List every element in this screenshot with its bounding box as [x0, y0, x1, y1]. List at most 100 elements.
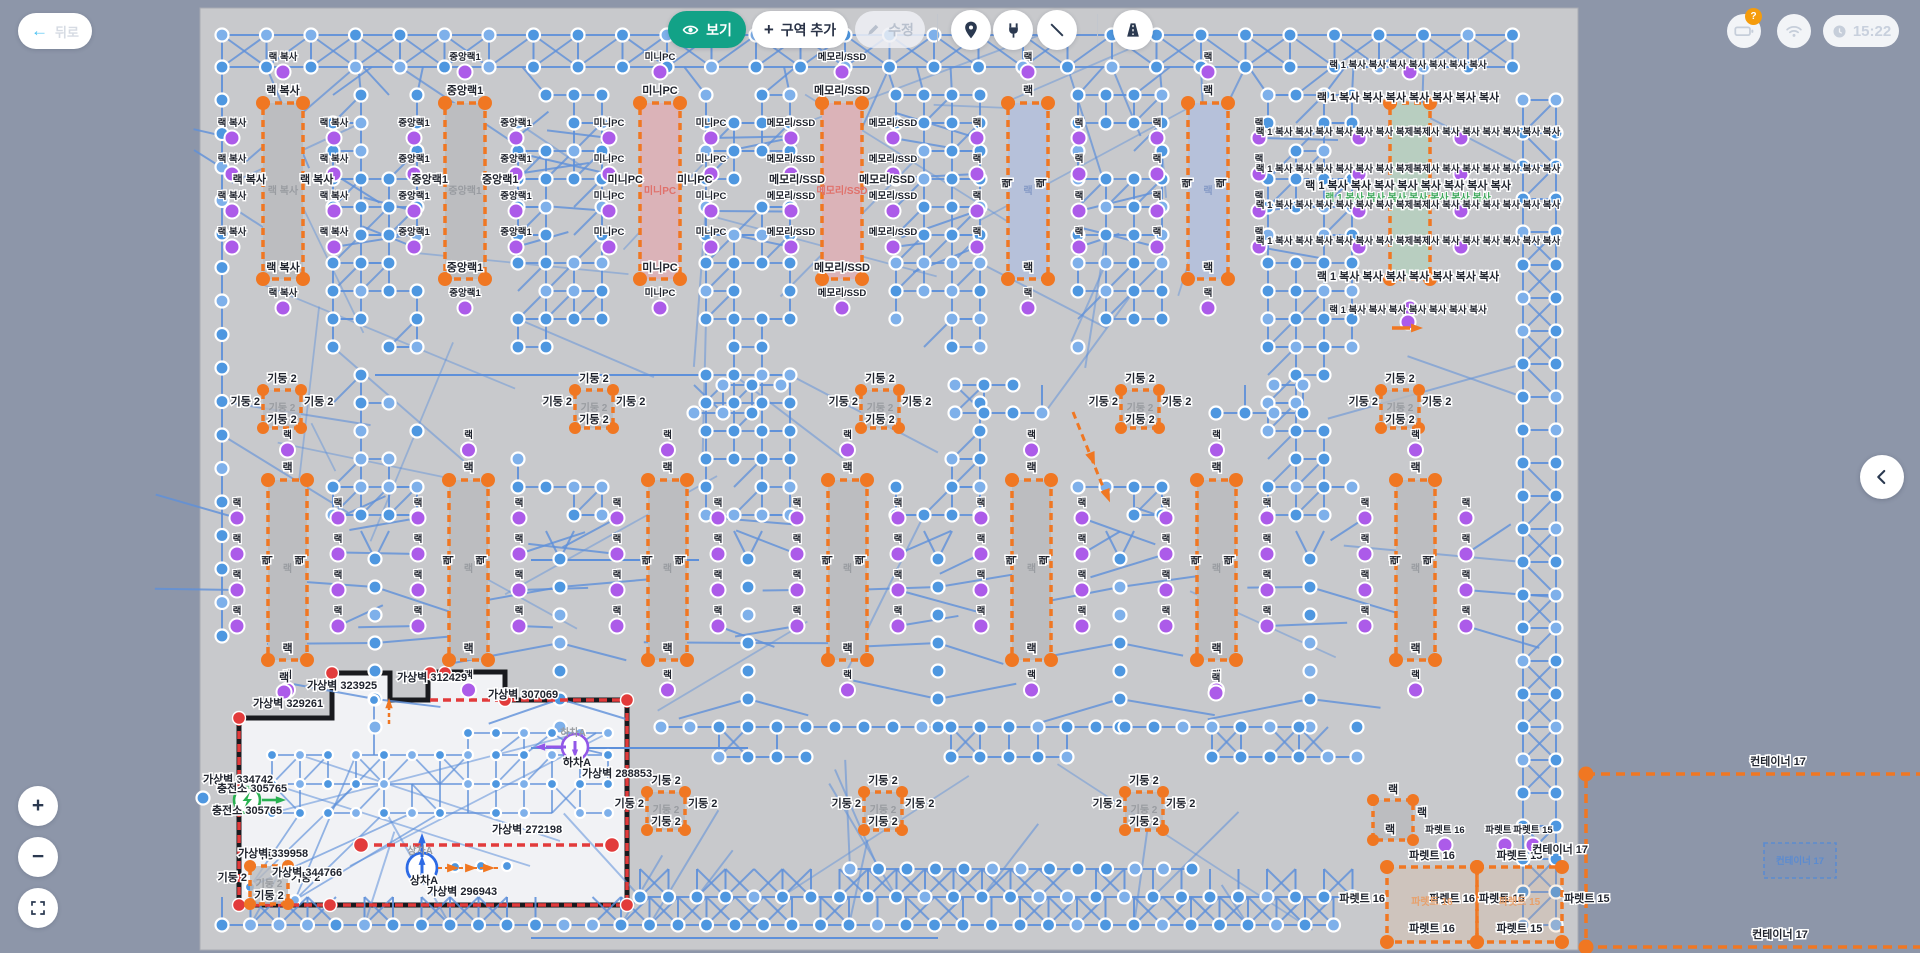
marker-dot[interactable]	[610, 583, 625, 598]
marker-dot[interactable]	[970, 240, 985, 255]
marker-dot[interactable]	[1408, 683, 1423, 698]
marker-dot[interactable]	[1209, 686, 1224, 701]
marker-dot[interactable]	[784, 131, 799, 146]
marker-dot[interactable]	[1260, 511, 1275, 526]
marker-dot[interactable]	[886, 204, 901, 219]
marker-dot[interactable]	[1201, 301, 1216, 316]
marker-dot[interactable]	[610, 619, 625, 634]
marker-dot[interactable]	[790, 619, 805, 634]
marker-dot[interactable]	[1459, 511, 1474, 526]
marker-dot[interactable]	[704, 204, 719, 219]
marker-dot[interactable]	[1075, 511, 1090, 526]
marker-dot[interactable]	[704, 131, 719, 146]
marker-dot[interactable]	[602, 240, 617, 255]
marker-dot[interactable]	[1159, 583, 1174, 598]
marker-dot[interactable]	[509, 204, 524, 219]
fullscreen-button[interactable]	[18, 888, 58, 928]
marker-dot[interactable]	[1459, 547, 1474, 562]
marker-dot[interactable]	[230, 619, 245, 634]
zoom-out-button[interactable]: −	[18, 837, 58, 877]
marker-dot[interactable]	[610, 511, 625, 526]
marker-dot[interactable]	[1358, 619, 1373, 634]
marker-dot[interactable]	[1075, 619, 1090, 634]
marker-dot[interactable]	[407, 240, 422, 255]
marker-dot[interactable]	[327, 240, 342, 255]
marker-dot[interactable]	[1075, 583, 1090, 598]
marker-dot[interactable]	[461, 683, 476, 698]
marker-dot[interactable]	[1459, 583, 1474, 598]
marker-dot[interactable]	[711, 619, 726, 634]
marker-dot[interactable]	[653, 301, 668, 316]
wifi-status[interactable]	[1777, 14, 1811, 48]
marker-dot[interactable]	[790, 547, 805, 562]
power-plug-button[interactable]	[993, 10, 1033, 50]
marker-dot[interactable]	[225, 131, 240, 146]
marker-dot[interactable]	[509, 131, 524, 146]
marker-dot[interactable]	[891, 511, 906, 526]
marker-dot[interactable]	[230, 583, 245, 598]
marker-dot[interactable]	[886, 131, 901, 146]
marker-dot[interactable]	[711, 547, 726, 562]
marker-dot[interactable]	[1075, 547, 1090, 562]
marker-dot[interactable]	[974, 511, 989, 526]
marker-dot[interactable]	[225, 240, 240, 255]
marker-dot[interactable]	[1408, 443, 1423, 458]
marker-dot[interactable]	[711, 511, 726, 526]
marker-dot[interactable]	[1150, 131, 1165, 146]
marker-dot[interactable]	[840, 443, 855, 458]
marker-dot[interactable]	[886, 240, 901, 255]
marker-dot[interactable]	[1072, 167, 1087, 182]
marker-dot[interactable]	[327, 131, 342, 146]
back-button[interactable]: ← 뒤로	[18, 13, 92, 49]
marker-dot[interactable]	[280, 443, 295, 458]
marker-dot[interactable]	[1459, 619, 1474, 634]
container-zone[interactable]	[1586, 774, 1920, 947]
marker-dot[interactable]	[974, 619, 989, 634]
marker-dot[interactable]	[970, 204, 985, 219]
marker-dot[interactable]	[1024, 683, 1039, 698]
marker-dot[interactable]	[512, 547, 527, 562]
marker-dot[interactable]	[230, 511, 245, 526]
marker-dot[interactable]	[276, 65, 291, 80]
marker-dot[interactable]	[653, 65, 668, 80]
marker-dot[interactable]	[835, 65, 850, 80]
marker-dot[interactable]	[784, 240, 799, 255]
marker-dot[interactable]	[411, 619, 426, 634]
marker-dot[interactable]	[891, 583, 906, 598]
marker-dot[interactable]	[1209, 443, 1224, 458]
marker-dot[interactable]	[1159, 511, 1174, 526]
marker-dot[interactable]	[1021, 65, 1036, 80]
marker-dot[interactable]	[704, 240, 719, 255]
marker-dot[interactable]	[1201, 65, 1216, 80]
marker-dot[interactable]	[784, 204, 799, 219]
marker-dot[interactable]	[411, 511, 426, 526]
marker-dot[interactable]	[1021, 301, 1036, 316]
marker-dot[interactable]	[1159, 619, 1174, 634]
marker-dot[interactable]	[512, 583, 527, 598]
marker-dot[interactable]	[458, 65, 473, 80]
marker-dot[interactable]	[970, 167, 985, 182]
marker-dot[interactable]	[407, 131, 422, 146]
zoom-in-button[interactable]: +	[18, 786, 58, 826]
marker-dot[interactable]	[1358, 511, 1373, 526]
marker-dot[interactable]	[225, 204, 240, 219]
marker-dot[interactable]	[891, 547, 906, 562]
marker-dot[interactable]	[1072, 240, 1087, 255]
marker-dot[interactable]	[1260, 583, 1275, 598]
collapse-panel-button[interactable]	[1860, 455, 1904, 499]
marker-dot[interactable]	[1260, 547, 1275, 562]
marker-dot[interactable]	[660, 683, 675, 698]
marker-dot[interactable]	[331, 511, 346, 526]
road-view-button[interactable]	[1113, 10, 1153, 50]
marker-dot[interactable]	[461, 443, 476, 458]
marker-dot[interactable]	[331, 583, 346, 598]
marker-dot[interactable]	[1159, 547, 1174, 562]
marker-dot[interactable]	[331, 547, 346, 562]
marker-dot[interactable]	[1358, 547, 1373, 562]
marker-dot[interactable]	[407, 204, 422, 219]
marker-dot[interactable]	[891, 619, 906, 634]
marker-dot[interactable]	[1024, 443, 1039, 458]
marker-dot[interactable]	[711, 583, 726, 598]
marker-dot[interactable]	[512, 511, 527, 526]
view-mode-button[interactable]: 보기	[668, 11, 746, 48]
